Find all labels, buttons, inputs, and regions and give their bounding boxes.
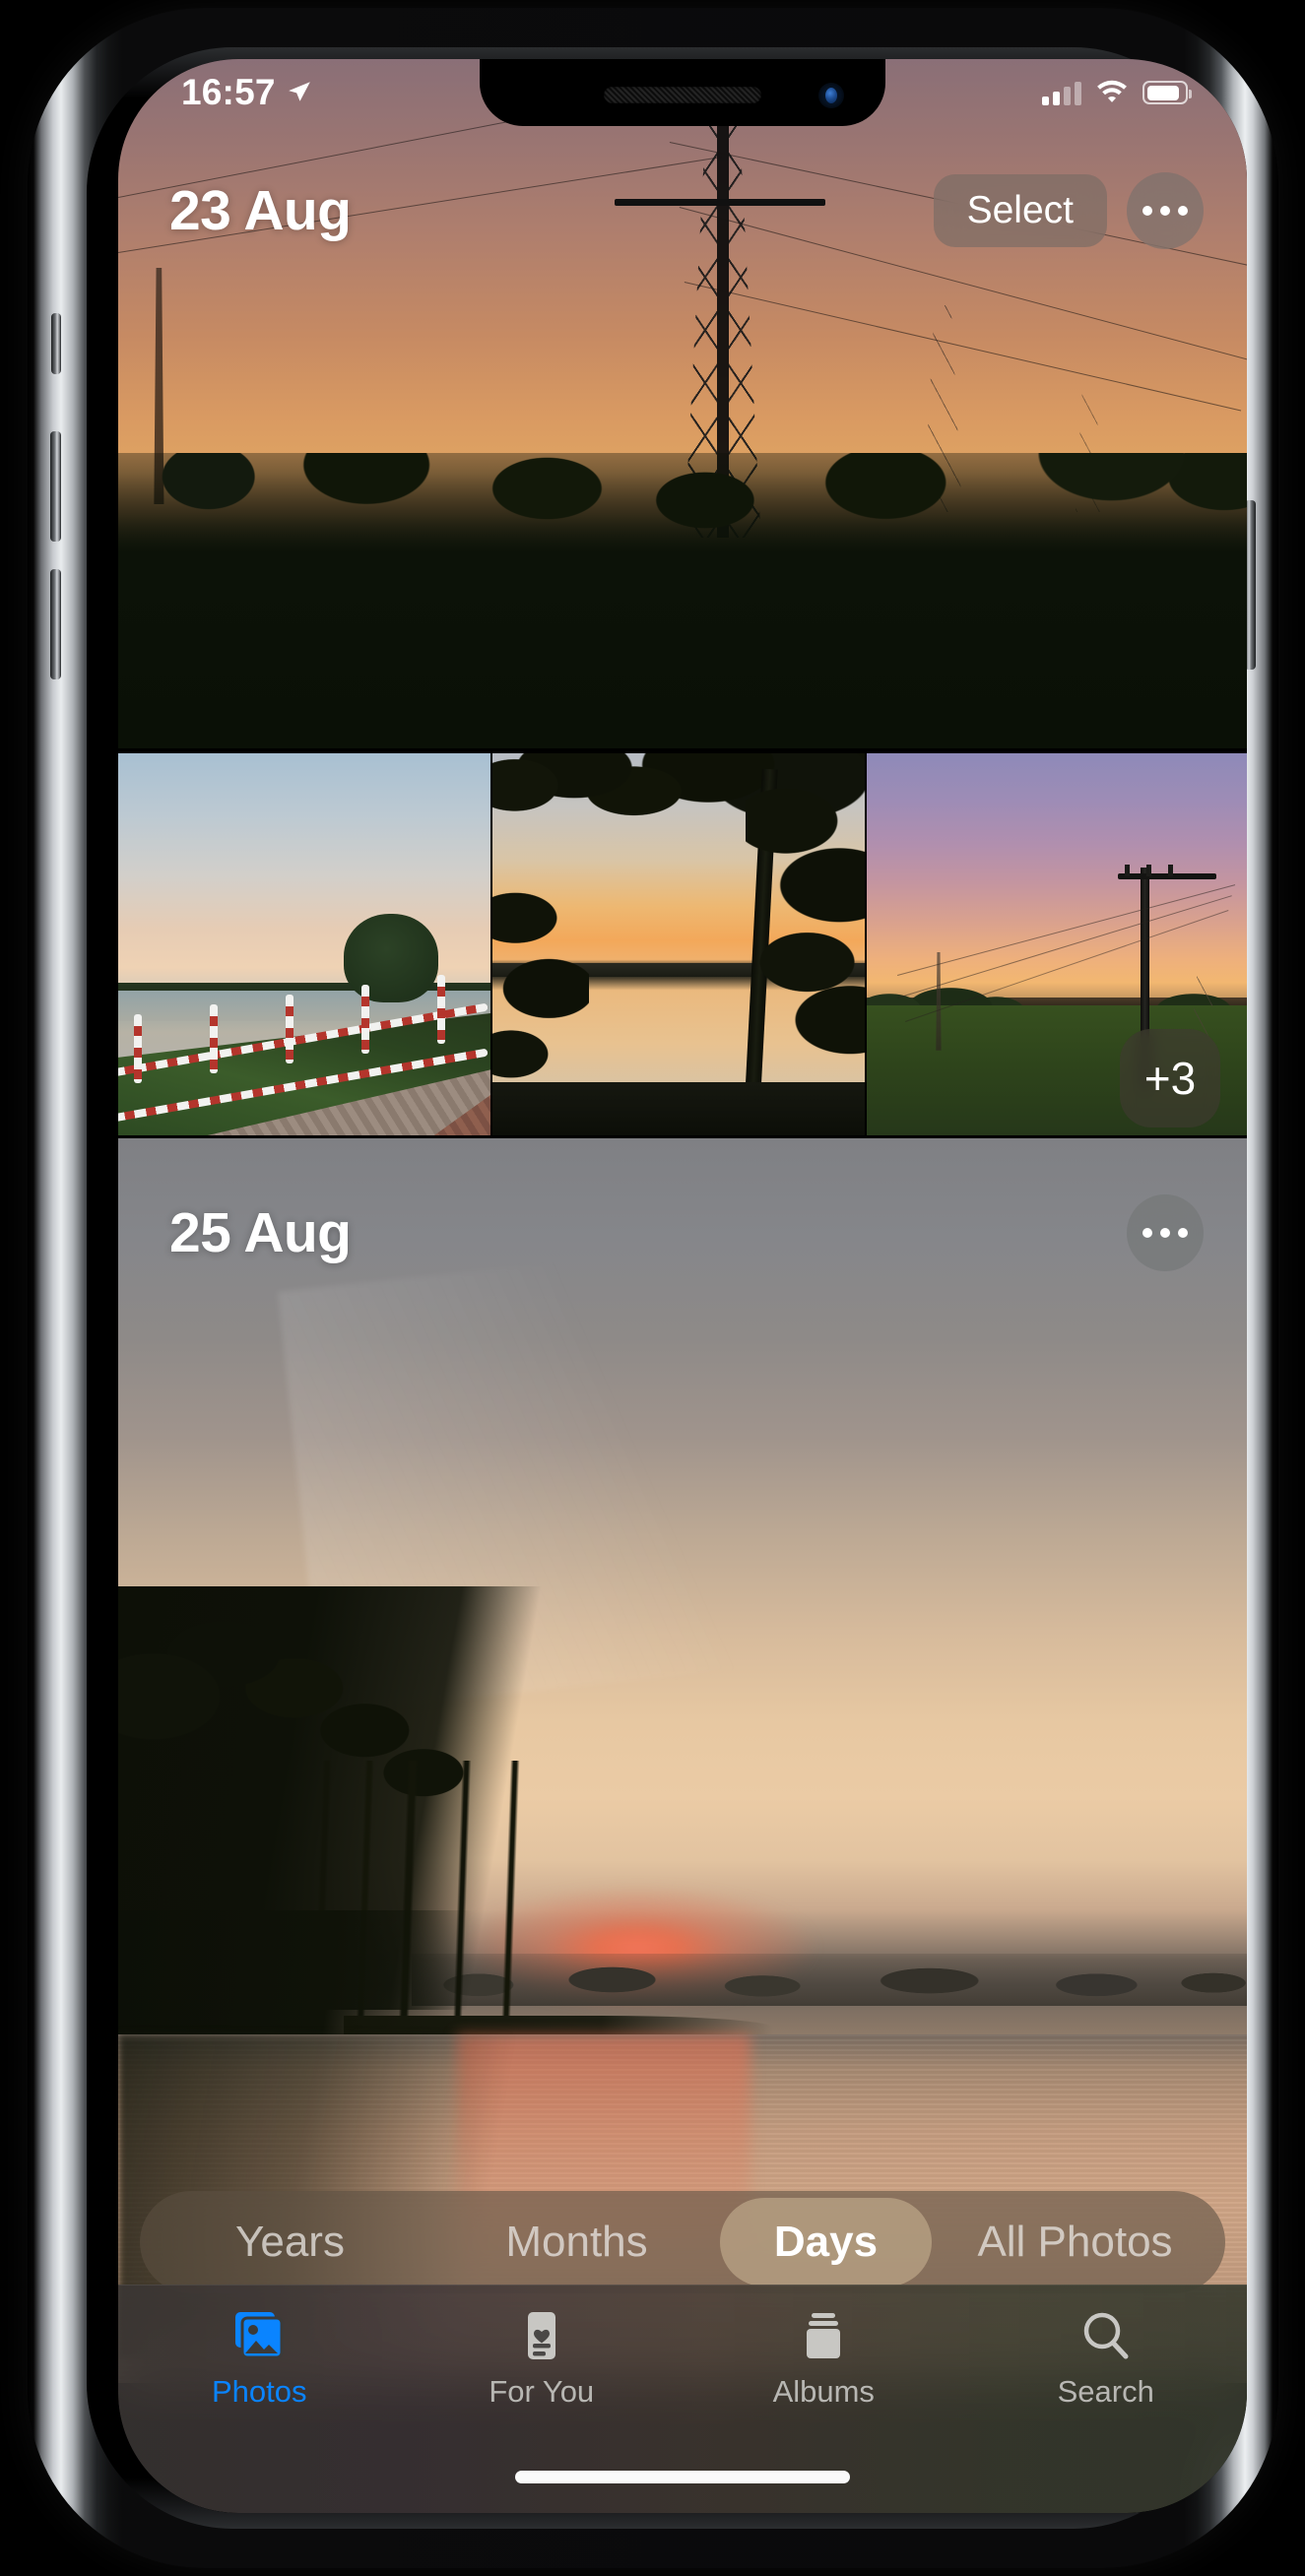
home-indicator[interactable] [515, 2471, 850, 2483]
photo-lake-with-red-white-fence[interactable] [118, 753, 490, 1135]
heart-card-icon [520, 2307, 563, 2364]
segment-months[interactable]: Months [433, 2198, 720, 2286]
utility-pole-insulators [1125, 864, 1187, 876]
battery-icon [1142, 81, 1192, 104]
status-time: 16:57 [181, 72, 276, 112]
treeline-silhouette [118, 453, 1247, 748]
select-button[interactable]: Select [933, 174, 1107, 247]
day-section-header-23-aug: 23 Aug Select [118, 163, 1247, 258]
large-tree [344, 913, 439, 1002]
device-frame: 16:57 23 Aug Select +3 25 Aug Years Mont… [28, 8, 1278, 2568]
page-title: 23 Aug [169, 179, 352, 242]
power-wire [684, 282, 1242, 412]
location-arrow-icon [288, 82, 310, 101]
photo-sunset-power-pylon-treeline[interactable] [118, 59, 1247, 748]
foreground-ground [492, 1081, 865, 1135]
tab-label: For You [489, 2374, 595, 2409]
ellipsis-icon[interactable] [1127, 172, 1204, 249]
page-title: 25 Aug [169, 1201, 352, 1264]
header-actions [1127, 1194, 1204, 1271]
tab-photos[interactable]: Photos [118, 2307, 401, 2410]
display-notch [480, 59, 885, 126]
tab-label: Albums [772, 2374, 875, 2409]
segment-all-photos[interactable]: All Photos [932, 2198, 1218, 2286]
overflow-count-badge[interactable]: +3 [1120, 1029, 1220, 1127]
timeline-scope-segmented-control[interactable]: Years Months Days All Photos [140, 2191, 1225, 2293]
volume-up-button[interactable] [50, 431, 61, 542]
speaker-grille [604, 87, 761, 103]
right-tree-foliage [746, 776, 865, 1098]
status-bar-right [1042, 80, 1192, 105]
magnifier-icon [1080, 2307, 1132, 2364]
tab-label: Search [1057, 2374, 1154, 2409]
photo-lake-sunset-through-trees[interactable] [492, 753, 865, 1135]
tab-search[interactable]: Search [965, 2307, 1248, 2410]
battery-cap [1188, 90, 1192, 98]
silence-switch-button[interactable] [51, 313, 61, 374]
day-section-header-25-aug: 25 Aug [118, 1186, 1247, 1280]
segment-days[interactable]: Days [720, 2198, 932, 2286]
tab-label: Photos [211, 2374, 307, 2409]
ellipsis-icon[interactable] [1127, 1194, 1204, 1271]
status-bar-left: 16:57 [181, 72, 312, 113]
wifi-icon [1097, 80, 1127, 102]
tab-albums[interactable]: Albums [683, 2307, 965, 2410]
tab-for-you[interactable]: For You [401, 2307, 684, 2410]
battery-fill [1146, 85, 1180, 100]
cellular-signal-icon [1042, 80, 1081, 105]
power-wire [896, 884, 1236, 976]
phone-screen: 16:57 23 Aug Select +3 25 Aug Years Mont… [118, 59, 1247, 2513]
header-actions: Select [933, 172, 1204, 249]
volume-down-button[interactable] [50, 569, 61, 679]
front-camera-lens [818, 83, 844, 108]
albums-folder-icon [800, 2307, 847, 2364]
red-white-fence [118, 974, 490, 1122]
segment-years[interactable]: Years [147, 2198, 433, 2286]
photos-stack-icon [231, 2307, 287, 2364]
